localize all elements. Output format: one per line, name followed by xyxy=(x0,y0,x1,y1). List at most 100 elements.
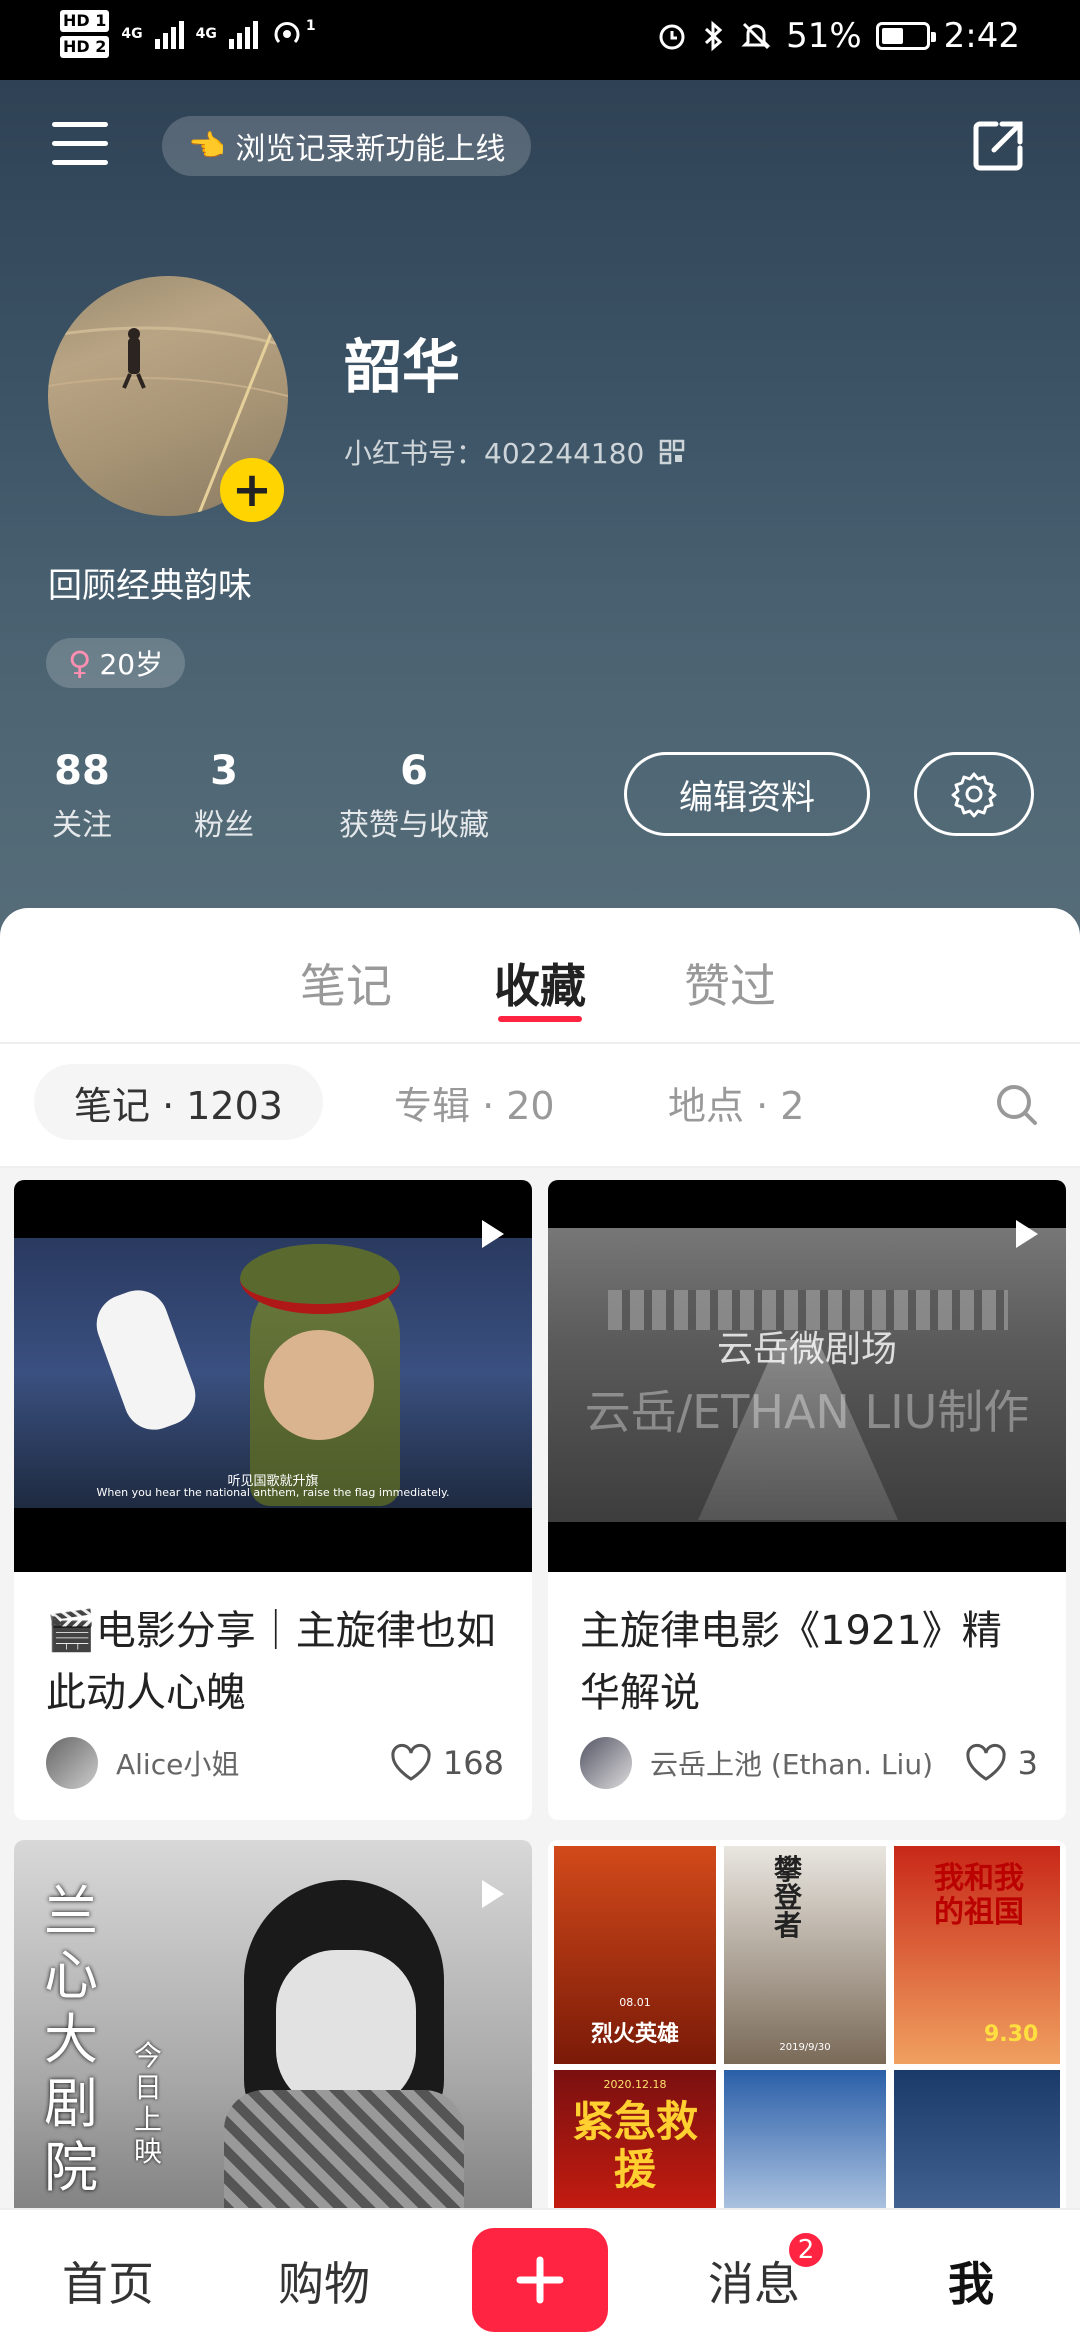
nav-me[interactable]: 我 xyxy=(948,2248,994,2314)
age-tag: ♀ 20岁 xyxy=(46,638,186,688)
clock: 2:42 xyxy=(943,16,1020,56)
card-image: 兰心大剧院 今日上映 xyxy=(14,1840,532,2240)
poster-3: 我和我的祖国 9.30 xyxy=(894,1846,1060,2064)
play-icon xyxy=(482,1880,504,1908)
active-tab-indicator xyxy=(498,1016,582,1022)
like-count: 168 xyxy=(442,1744,504,1782)
card-video-thumbnail: 云岳微剧场 云岳/ETHAN LIU制作 xyxy=(548,1180,1066,1572)
nav-shop[interactable]: 购物 xyxy=(278,2248,370,2314)
hd-indicators: HD 1 HD 2 xyxy=(60,8,110,60)
signal-2-icon xyxy=(228,19,258,49)
nav-home[interactable]: 首页 xyxy=(62,2248,154,2314)
play-icon xyxy=(482,1220,504,1248)
battery-percent: 51% xyxy=(786,16,862,56)
network-indicators: HD 1 HD 2 4G 4G 1 xyxy=(60,8,316,60)
stat-following-label: 关注 xyxy=(52,808,112,843)
app-root: HD 1 HD 2 4G 4G 1 51% 2:42 👈 浏览记录新功能上线 +… xyxy=(0,0,1080,2340)
hotspot-count: 1 xyxy=(305,18,316,34)
username: 韶华 xyxy=(344,333,461,401)
poster-4-date: 2020.12.18 xyxy=(603,2078,667,2091)
subtab-notes[interactable]: 笔记 · 1203 xyxy=(34,1064,323,1140)
like-button[interactable]: 3 xyxy=(964,1743,1038,1783)
add-avatar-button[interactable]: + xyxy=(220,458,284,522)
poster-subtitle: 今日上映 xyxy=(134,2039,163,2168)
watermark-title: 云岳微剧场 xyxy=(716,1329,897,1370)
search-icon[interactable] xyxy=(994,1082,1040,1128)
messages-badge: 2 xyxy=(786,2230,826,2270)
stat-followers[interactable]: 3 粉丝 xyxy=(176,748,272,844)
like-count: 3 xyxy=(1017,1744,1038,1782)
tab-liked[interactable]: 赞过 xyxy=(684,950,776,1016)
status-bar: HD 1 HD 2 4G 4G 1 51% 2:42 xyxy=(0,0,1080,80)
note-card[interactable]: 听见国歌就升旗 When you hear the national anthe… xyxy=(14,1180,532,1820)
female-icon: ♀ xyxy=(68,644,92,682)
gear-icon xyxy=(951,772,997,818)
play-icon xyxy=(1016,1220,1038,1248)
poster-3-date: 9.30 xyxy=(984,2022,1039,2047)
poster-1-date: 08.01 xyxy=(619,1996,651,2009)
heart-icon xyxy=(391,1743,431,1781)
poster-2: 攀登者 2019/9/30 xyxy=(724,1846,886,2064)
note-card[interactable]: 云岳微剧场 云岳/ETHAN LIU制作 主旋律电影《1921》精华解说 云岳上… xyxy=(548,1180,1066,1820)
user-id: 小红书号：402244180 xyxy=(344,432,686,472)
stat-followers-value: 3 xyxy=(210,748,238,794)
publish-button[interactable] xyxy=(472,2228,608,2332)
mute-icon xyxy=(741,22,771,50)
like-button[interactable]: 168 xyxy=(389,1743,504,1783)
card-meta: 云岳上池 (Ethan. Liu) 3 xyxy=(580,1736,1038,1790)
author-name[interactable]: Alice小姐 xyxy=(116,1743,389,1783)
content-sheet: 笔记 收藏 赞过 笔记 · 1203 专辑 · 20 地点 · 2 听见国歌就升… xyxy=(0,908,1080,2240)
signal-1-icon xyxy=(154,19,184,49)
hotspot-icon xyxy=(274,22,300,44)
stat-followers-label: 粉丝 xyxy=(194,808,254,843)
video-caption-en: When you hear the national anthem, raise… xyxy=(96,1486,450,1499)
card-title: 主旋律电影《1921》精华解说 xyxy=(580,1608,1002,1716)
share-icon[interactable] xyxy=(968,116,1028,176)
menu-icon[interactable] xyxy=(52,122,108,168)
author-name[interactable]: 云岳上池 (Ethan. Liu) xyxy=(650,1743,964,1783)
net1-label: 4G xyxy=(121,26,143,42)
card-poster-grid: 08.01 烈火英雄 攀登者 2019/9/30 我和我的祖国 9.30 202… xyxy=(548,1840,1066,2240)
card-video-thumbnail: 听见国歌就升旗 When you hear the national anthe… xyxy=(14,1180,532,1572)
nav-messages[interactable]: 消息 xyxy=(708,2248,800,2314)
alarm-icon xyxy=(659,24,685,50)
tab-notes[interactable]: 笔记 xyxy=(300,950,392,1016)
user-id-text: 小红书号：402244180 xyxy=(344,437,645,470)
subtab-places[interactable]: 地点 · 2 xyxy=(668,1064,804,1140)
announcement-pill[interactable]: 👈 浏览记录新功能上线 xyxy=(162,116,532,176)
hd1-label: HD 1 xyxy=(60,10,110,32)
stat-likes-collects[interactable]: 6 获赞与收藏 xyxy=(330,748,498,844)
author-avatar[interactable] xyxy=(46,1737,98,1789)
battery-fill xyxy=(881,28,904,44)
pointing-hand-icon: 👈 xyxy=(188,128,226,164)
tab-collections[interactable]: 收藏 xyxy=(494,950,586,1016)
plus-icon xyxy=(516,2256,564,2304)
stat-following[interactable]: 88 关注 xyxy=(34,748,130,844)
bottom-nav: 首页 购物 消息 2 我 xyxy=(0,2208,1080,2340)
poster-title: 兰心大剧院 xyxy=(44,1880,98,2199)
poster-2-date: 2019/9/30 xyxy=(779,2042,831,2053)
poster-4-title: 紧急救援 xyxy=(571,2097,698,2194)
edit-profile-button[interactable]: 编辑资料 xyxy=(624,752,870,836)
qrcode-icon[interactable] xyxy=(658,438,686,466)
note-card[interactable]: 兰心大剧院 今日上映 xyxy=(14,1840,532,2240)
bio: 回顾经典韵味 xyxy=(48,566,252,606)
battery-icon xyxy=(875,22,936,50)
poster-2-title: 攀登者 xyxy=(774,1853,803,1942)
profile-header: 👈 浏览记录新功能上线 + 韶华 小红书号：402244180 回顾经典韵味 ♀… xyxy=(0,80,1080,940)
card-title: 🎬电影分享｜主旋律也如此动人心魄 xyxy=(46,1608,496,1716)
stat-following-value: 88 xyxy=(54,748,110,794)
poster-1-title: 烈火英雄 xyxy=(590,2022,679,2047)
settings-button[interactable] xyxy=(914,752,1034,836)
note-card[interactable]: 08.01 烈火英雄 攀登者 2019/9/30 我和我的祖国 9.30 202… xyxy=(548,1840,1066,2240)
poster-3-title: 我和我的祖国 xyxy=(934,1861,1024,1930)
net1-wrap: 4G xyxy=(121,27,142,41)
author-avatar[interactable] xyxy=(580,1737,632,1789)
subtab-albums[interactable]: 专辑 · 20 xyxy=(394,1064,555,1140)
age-text: 20岁 xyxy=(99,648,164,681)
collection-subtabs: 笔记 · 1203 专辑 · 20 地点 · 2 xyxy=(0,1044,1080,1168)
heart-icon xyxy=(966,1743,1006,1781)
stat-likes-label: 获赞与收藏 xyxy=(339,808,489,843)
bluetooth-icon xyxy=(705,20,723,52)
card-meta: Alice小姐 168 xyxy=(46,1736,504,1790)
